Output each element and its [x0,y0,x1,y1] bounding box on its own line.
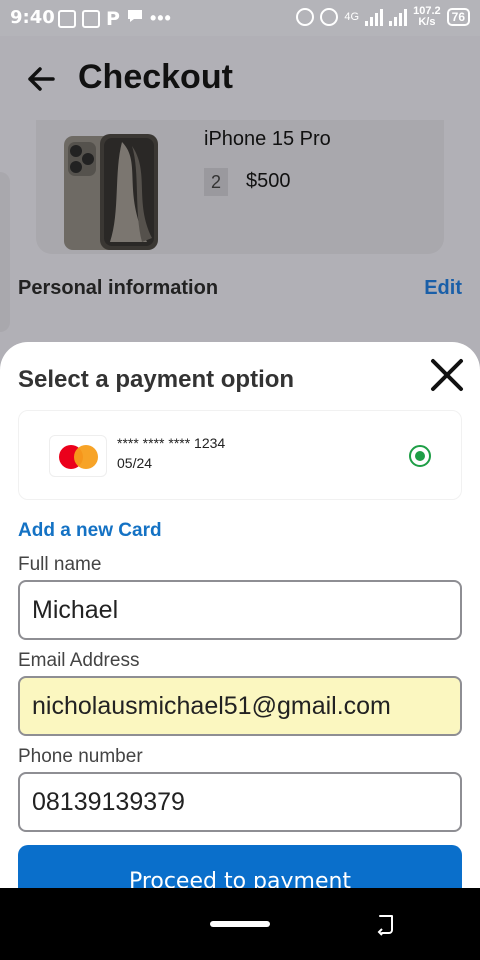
add-new-card-link[interactable]: Add a new Card [18,520,162,542]
product-name: iPhone 15 Pro [204,128,331,150]
product-price: $500 [246,170,291,192]
card-radio-button[interactable] [409,445,431,467]
full-name-label: Full name [18,554,102,575]
network-speed-unit: K/s [418,16,436,28]
arrow-left-icon[interactable] [26,64,56,94]
full-name-field[interactable] [18,580,462,640]
phone-field[interactable] [18,772,462,832]
sheet-title: Select a payment option [18,366,295,393]
more-notifications-icon: ••• [149,8,172,28]
top-bar: Checkout [0,36,480,120]
email-field[interactable] [18,676,462,736]
close-icon[interactable] [430,358,464,392]
network-type: 4G [344,11,360,23]
product-card: iPhone 15 Pro 2 $500 [36,120,444,254]
battery-icon: 76 [446,8,470,26]
status-time: 9:40 [10,7,55,28]
system-icons: 4G 107.2 K/s 76 [296,6,470,28]
saved-card-option[interactable]: **** **** **** 1234 05/24 [18,410,462,500]
network-speed: 107.2 K/s [413,6,441,28]
quantity-badge: 2 [204,168,228,196]
side-card-edge [0,172,10,332]
battery-saver-icon [82,9,100,28]
card-number: **** **** **** 1234 [117,435,226,451]
mastercard-icon [49,435,107,477]
email-label: Email Address [18,650,140,671]
gallery-icon [58,9,76,28]
radio-selected-dot [415,451,425,461]
notification-icons: P ••• [58,8,172,29]
card-expiry: 05/24 [117,455,153,471]
edit-personal-info-link[interactable]: Edit [424,277,462,300]
alarm-icon [296,8,315,26]
checkout-screen: Checkout iPhone 15 Pro 2 $500 Personal i… [0,36,480,924]
signal-icon [365,8,384,26]
parking-app-icon: P [106,7,120,30]
system-nav-bar [0,888,480,960]
status-bar: 9:40 P ••• 4G 107.2 K/s 76 [0,0,480,36]
hotspot-icon [320,8,339,26]
phone-label: Phone number [18,746,143,767]
chat-icon [126,8,144,29]
payment-option-sheet: Select a payment option **** **** **** 1… [0,342,480,924]
signal-icon-2 [389,8,408,26]
rotate-icon[interactable] [374,912,398,936]
page-title: Checkout [78,58,233,96]
home-gesture-bar[interactable] [210,921,270,927]
product-image [62,132,160,252]
personal-info-title: Personal information [18,277,219,299]
